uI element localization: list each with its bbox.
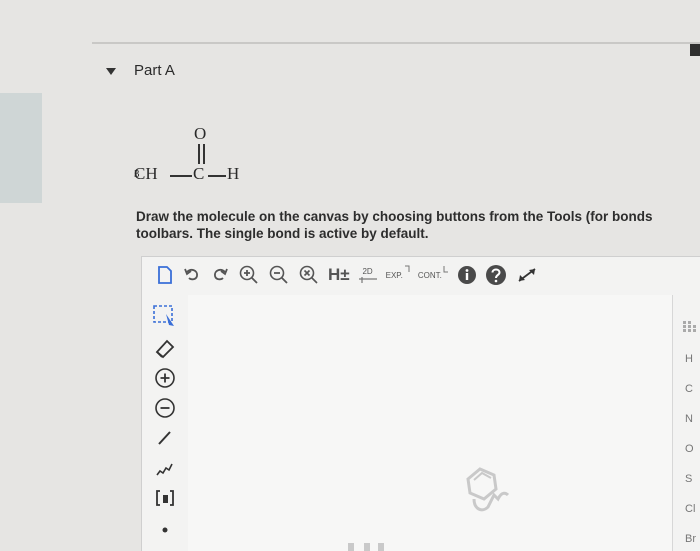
contract-label: CONT. bbox=[417, 270, 442, 280]
molecule-editor: H± 2D EXP. CONT. H C N O S Cl Br bbox=[141, 256, 700, 551]
single-bond-line bbox=[208, 175, 226, 177]
part-title: Part A bbox=[134, 62, 175, 79]
corner-marker bbox=[690, 44, 700, 56]
select-tool-button[interactable] bbox=[152, 303, 178, 329]
fullscreen-arrows-icon bbox=[518, 268, 536, 282]
element-button-s[interactable]: S bbox=[685, 473, 692, 485]
single-bond-icon bbox=[158, 431, 171, 445]
clean-2d-label: 2D bbox=[362, 266, 373, 276]
element-button-cl[interactable]: Cl bbox=[685, 503, 695, 515]
element-button-o[interactable]: O bbox=[685, 443, 694, 455]
collapse-caret-icon[interactable] bbox=[106, 68, 116, 75]
double-bond-line bbox=[198, 144, 200, 164]
top-toolbar: H± 2D EXP. CONT. bbox=[142, 257, 672, 293]
formula-carbon: C bbox=[193, 164, 205, 183]
contract-bracket-icon bbox=[443, 266, 448, 273]
drawing-canvas[interactable] bbox=[188, 295, 672, 551]
zoom-out-icon bbox=[269, 265, 288, 284]
chemdoodle-logo-icon bbox=[466, 467, 510, 512]
positive-charge-button[interactable] bbox=[152, 365, 178, 391]
negative-charge-button[interactable] bbox=[152, 395, 178, 421]
formula-oxygen: O bbox=[194, 124, 207, 143]
undo-button[interactable] bbox=[182, 262, 202, 288]
clean-2d-button[interactable]: 2D bbox=[358, 262, 378, 288]
negative-charge-icon bbox=[155, 398, 175, 418]
redo-button[interactable] bbox=[210, 262, 230, 288]
select-lasso-icon bbox=[153, 305, 174, 326]
bracket-tool-button[interactable] bbox=[152, 485, 178, 511]
zoom-in-button[interactable] bbox=[238, 262, 260, 288]
double-bond-line bbox=[203, 144, 205, 164]
left-side-strip bbox=[0, 93, 42, 203]
clean-2d-icon bbox=[358, 276, 377, 283]
info-button[interactable] bbox=[457, 262, 477, 288]
hydrogen-toggle-button[interactable]: H± bbox=[328, 262, 350, 288]
new-document-icon bbox=[158, 266, 172, 284]
info-icon bbox=[457, 266, 476, 284]
instructions-line-1: Draw the molecule on the canvas by choos… bbox=[136, 209, 653, 224]
expand-button[interactable]: EXP. bbox=[386, 262, 410, 288]
formula-hydrogen: H bbox=[227, 164, 240, 183]
zoom-in-icon bbox=[239, 265, 258, 284]
instructions-text: Draw the molecule on the canvas by choos… bbox=[136, 208, 700, 242]
expand-bracket-icon bbox=[404, 265, 410, 272]
positive-charge-icon bbox=[155, 368, 175, 388]
single-bond-button[interactable] bbox=[152, 425, 178, 451]
bond-type-button[interactable] bbox=[152, 455, 178, 481]
part-header[interactable]: Part A bbox=[106, 62, 175, 79]
eraser-tool-button[interactable] bbox=[152, 335, 178, 361]
hydrogen-toggle-label: H± bbox=[328, 265, 350, 284]
element-button-br[interactable]: Br bbox=[685, 533, 696, 545]
dot-icon bbox=[162, 527, 168, 533]
section-divider bbox=[92, 42, 700, 44]
fullscreen-button[interactable] bbox=[515, 262, 539, 288]
single-bond-line bbox=[170, 175, 192, 177]
molecule-formula: CH 3 C H O bbox=[134, 124, 240, 183]
zoom-reset-icon bbox=[299, 265, 318, 284]
help-icon bbox=[485, 265, 506, 285]
left-toolbar bbox=[142, 295, 186, 551]
help-button[interactable] bbox=[485, 262, 507, 288]
new-document-button[interactable] bbox=[156, 262, 174, 288]
instructions-line-2: toolbars. The single bond is active by d… bbox=[136, 226, 429, 241]
bracket-tool-icon bbox=[156, 490, 174, 506]
element-button-h[interactable]: H bbox=[685, 353, 693, 365]
undo-icon bbox=[184, 268, 198, 281]
wavy-bond-icon bbox=[156, 463, 173, 476]
periodic-table-icon[interactable] bbox=[683, 321, 697, 333]
zoom-out-button[interactable] bbox=[268, 262, 290, 288]
right-toolbar: H C N O S Cl Br bbox=[672, 295, 700, 551]
element-button-n[interactable]: N bbox=[685, 413, 693, 425]
dot-tool-button[interactable] bbox=[152, 517, 178, 543]
element-button-c[interactable]: C bbox=[685, 383, 693, 395]
contract-button[interactable]: CONT. bbox=[418, 262, 449, 288]
redo-icon bbox=[214, 268, 228, 281]
zoom-reset-button[interactable] bbox=[298, 262, 320, 288]
eraser-icon bbox=[155, 339, 175, 359]
expand-label: EXP. bbox=[385, 270, 403, 280]
